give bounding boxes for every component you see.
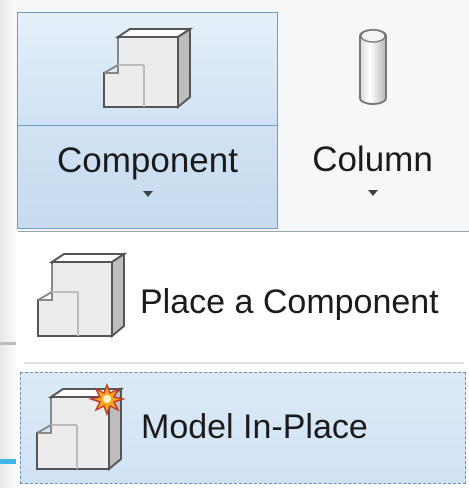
column-button[interactable]: Column [290,12,455,229]
component-dropdown-menu: Place a Component Model In-Place [18,231,469,488]
menu-item-place-a-component[interactable]: Place a Component [20,240,466,358]
component-icon [103,27,194,110]
component-button-top[interactable] [18,13,277,126]
menu-item-label: Model In-Place [141,408,368,446]
component-button-label: Component [57,141,238,180]
ribbon-panel: Component Column [0,0,469,232]
column-icon [359,29,387,105]
menu-item-label: Place a Component [140,283,439,321]
component-button[interactable]: Component [17,12,278,229]
edge-accent [0,459,16,464]
menu-separator [24,362,464,364]
window-edge [0,0,16,488]
edge-divider [0,342,16,345]
model-in-place-icon [36,383,126,472]
component-icon [37,252,128,339]
menu-item-model-in-place[interactable]: Model In-Place [20,372,466,484]
column-button-label: Column [312,140,433,179]
chevron-down-icon [368,190,378,196]
chevron-down-icon [143,191,153,197]
